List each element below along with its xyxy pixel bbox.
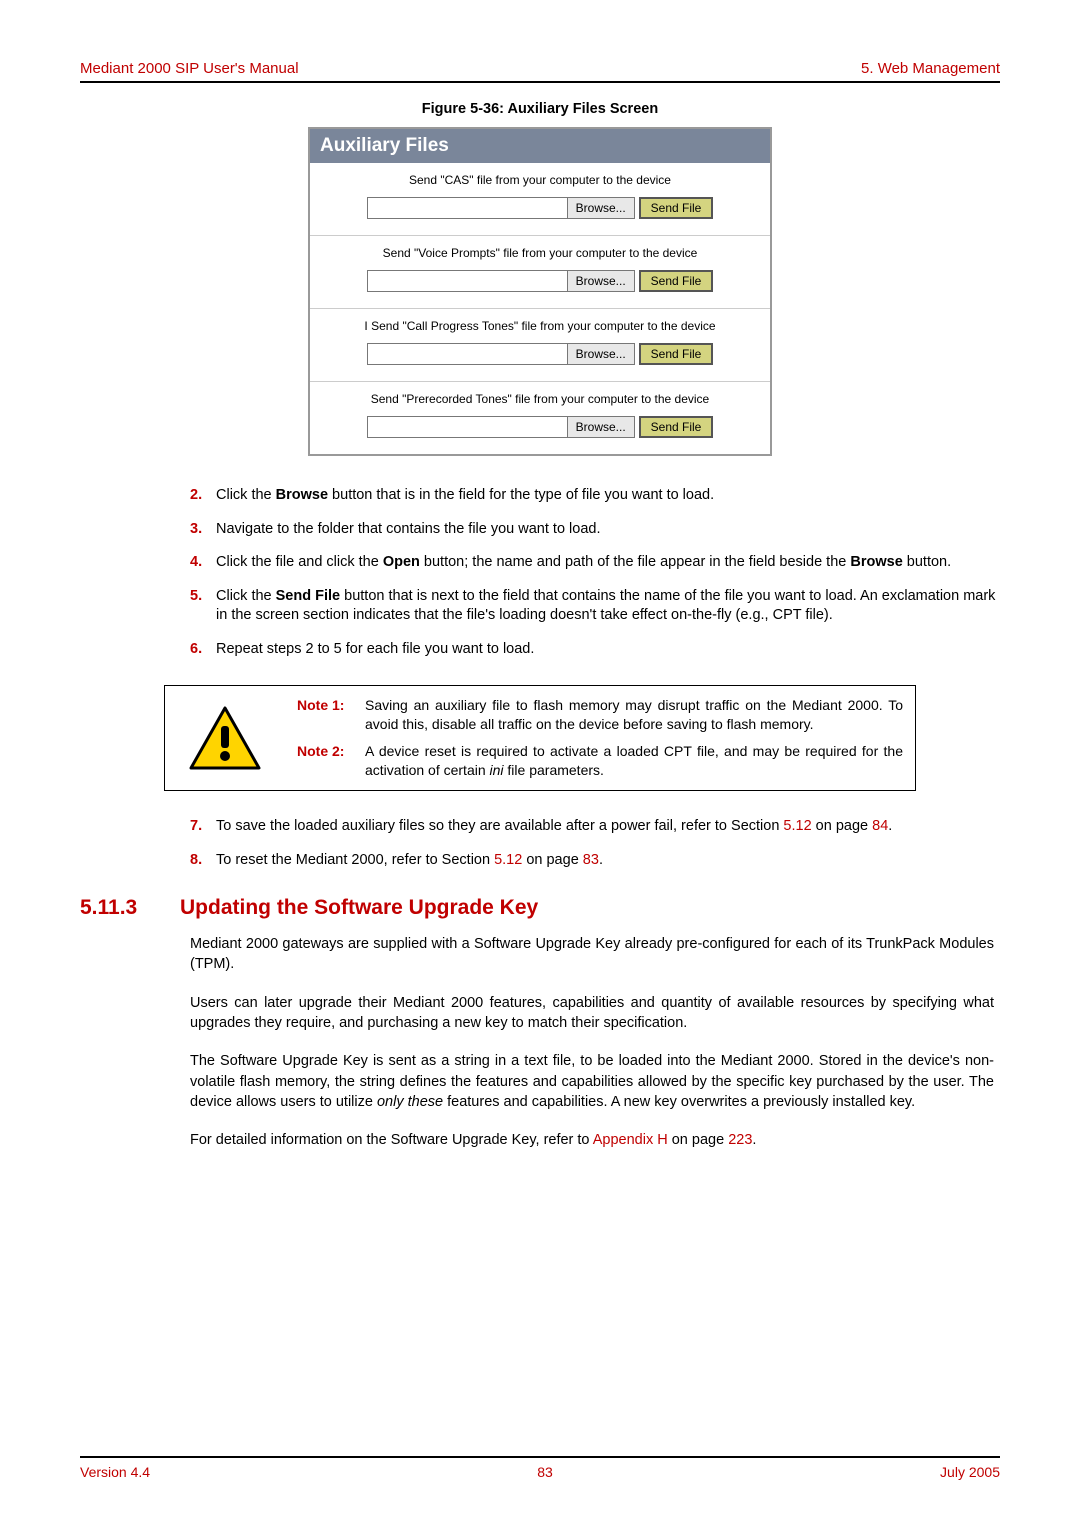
prerecorded-tones-input[interactable]	[367, 416, 567, 438]
voice-prompts-section: Send "Voice Prompts" file from your comp…	[310, 236, 770, 309]
cas-send-file-button[interactable]: Send File	[639, 197, 714, 219]
paragraph-1: Mediant 2000 gateways are supplied with …	[190, 934, 1000, 975]
cas-file-section: Send "CAS" file from your computer to th…	[310, 163, 770, 236]
call-progress-tones-section: I Send "Call Progress Tones" file from y…	[310, 309, 770, 382]
step-text: Click the file and click the Open button…	[216, 553, 1000, 573]
auxiliary-files-panel: Auxiliary Files Send "CAS" file from you…	[308, 127, 772, 456]
step-6: 6. Repeat steps 2 to 5 for each file you…	[190, 640, 1000, 660]
paragraph-3: The Software Upgrade Key is sent as a st…	[190, 1051, 1000, 1112]
step-number: 7.	[190, 817, 216, 837]
step-text: Click the Browse button that is in the f…	[216, 486, 1000, 506]
warning-icon-cell	[165, 686, 285, 790]
cross-reference: 5.12	[783, 818, 811, 834]
page-footer: Version 4.4 83 July 2005	[80, 1456, 1000, 1480]
note-1: Note 1: Saving an auxiliary file to flas…	[297, 696, 903, 734]
step-2: 2. Click the Browse button that is in th…	[190, 486, 1000, 506]
voice-prompts-send-file-button[interactable]: Send File	[639, 270, 714, 292]
call-progress-tones-send-file-button[interactable]: Send File	[639, 343, 714, 365]
footer-right: July 2005	[940, 1464, 1000, 1480]
cross-reference: Appendix H	[593, 1132, 668, 1148]
step-number: 8.	[190, 851, 216, 871]
paragraph-2: Users can later upgrade their Mediant 20…	[190, 993, 1000, 1034]
step-number: 2.	[190, 486, 216, 506]
instruction-steps-a: 2. Click the Browse button that is in th…	[190, 486, 1000, 659]
notes-box: Note 1: Saving an auxiliary file to flas…	[164, 685, 916, 791]
call-progress-tones-browse-button[interactable]: Browse...	[567, 343, 635, 365]
prerecorded-tones-section: Send "Prerecorded Tones" file from your …	[310, 382, 770, 454]
step-text: Click the Send File button that is next …	[216, 587, 1000, 626]
section-heading: 5.11.3 Updating the Software Upgrade Key	[80, 896, 1000, 920]
cross-reference: 223	[728, 1132, 752, 1148]
cas-file-label: Send "CAS" file from your computer to th…	[324, 173, 756, 187]
step-8: 8. To reset the Mediant 2000, refer to S…	[190, 851, 1000, 871]
step-3: 3. Navigate to the folder that contains …	[190, 520, 1000, 540]
call-progress-tones-input[interactable]	[367, 343, 567, 365]
note-label: Note 1:	[297, 696, 365, 734]
step-text: To save the loaded auxiliary files so th…	[216, 817, 1000, 837]
step-5: 5. Click the Send File button that is ne…	[190, 587, 1000, 626]
step-number: 4.	[190, 553, 216, 573]
cas-file-input[interactable]	[367, 197, 567, 219]
prerecorded-tones-browse-button[interactable]: Browse...	[567, 416, 635, 438]
header-left: Mediant 2000 SIP User's Manual	[80, 60, 299, 77]
step-number: 6.	[190, 640, 216, 660]
step-text: To reset the Mediant 2000, refer to Sect…	[216, 851, 1000, 871]
figure-caption: Figure 5-36: Auxiliary Files Screen	[80, 101, 1000, 117]
paragraph-4: For detailed information on the Software…	[190, 1130, 1000, 1150]
page-header: Mediant 2000 SIP User's Manual 5. Web Ma…	[80, 60, 1000, 83]
cross-reference: 84	[872, 818, 888, 834]
note-2: Note 2: A device reset is required to ac…	[297, 742, 903, 780]
step-7: 7. To save the loaded auxiliary files so…	[190, 817, 1000, 837]
step-number: 5.	[190, 587, 216, 626]
cross-reference: 83	[583, 852, 599, 868]
note-body: A device reset is required to activate a…	[365, 742, 903, 780]
prerecorded-tones-label: Send "Prerecorded Tones" file from your …	[324, 392, 756, 406]
step-text: Repeat steps 2 to 5 for each file you wa…	[216, 640, 1000, 660]
notes-text: Note 1: Saving an auxiliary file to flas…	[285, 686, 915, 790]
step-text: Navigate to the folder that contains the…	[216, 520, 1000, 540]
cross-reference: 5.12	[494, 852, 522, 868]
voice-prompts-label: Send "Voice Prompts" file from your comp…	[324, 246, 756, 260]
voice-prompts-browse-button[interactable]: Browse...	[567, 270, 635, 292]
footer-center: 83	[537, 1464, 553, 1480]
prerecorded-tones-send-file-button[interactable]: Send File	[639, 416, 714, 438]
call-progress-tones-label: I Send "Call Progress Tones" file from y…	[324, 319, 756, 333]
step-number: 3.	[190, 520, 216, 540]
step-4: 4. Click the file and click the Open but…	[190, 553, 1000, 573]
section-title: Updating the Software Upgrade Key	[180, 896, 538, 920]
instruction-steps-b: 7. To save the loaded auxiliary files so…	[190, 817, 1000, 870]
header-right: 5. Web Management	[861, 60, 1000, 77]
voice-prompts-input[interactable]	[367, 270, 567, 292]
note-body: Saving an auxiliary file to flash memory…	[365, 696, 903, 734]
section-number: 5.11.3	[80, 896, 180, 920]
warning-icon	[189, 706, 261, 770]
panel-title: Auxiliary Files	[310, 129, 770, 163]
note-label: Note 2:	[297, 742, 365, 780]
cas-browse-button[interactable]: Browse...	[567, 197, 635, 219]
footer-left: Version 4.4	[80, 1464, 150, 1480]
